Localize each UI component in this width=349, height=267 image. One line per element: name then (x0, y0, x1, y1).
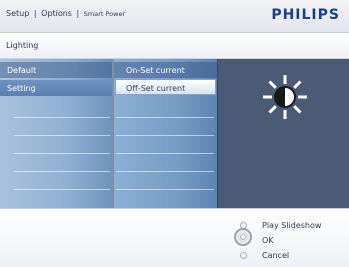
divider (116, 153, 214, 154)
section-header: Lighting (0, 33, 349, 59)
divider (14, 189, 110, 190)
radio-icon (240, 252, 247, 259)
breadcrumb-current: Smart Power (83, 10, 126, 18)
page-title: Lighting (6, 41, 39, 50)
menu-level2: On-Set current Off-Set current (112, 59, 218, 208)
breadcrumb-setup[interactable]: Setup (6, 9, 29, 18)
menu-level1: Default Setting (0, 59, 112, 208)
divider (116, 189, 214, 190)
cancel-label: Cancel (262, 251, 290, 260)
divider (14, 135, 110, 136)
header-bar: Setup | Options | Smart Power PHILIPS (0, 0, 349, 33)
menu-item-off-set-current[interactable]: Off-Set current (115, 79, 216, 95)
menu-item-setting[interactable]: Setting (0, 80, 112, 96)
action-bar (0, 208, 349, 267)
brand-logo: PHILIPS (271, 7, 340, 23)
divider (14, 117, 110, 118)
breadcrumb-options[interactable]: Options (41, 9, 72, 18)
brightness-icon (263, 75, 307, 119)
divider (116, 135, 214, 136)
radio-icon (240, 234, 246, 240)
menu-item-default[interactable]: Default (0, 62, 112, 78)
column-divider (112, 59, 114, 208)
menu-item-on-set-current[interactable]: On-Set current (112, 62, 218, 78)
play-slideshow-label: Play Slideshow (262, 221, 322, 230)
breadcrumb-separator: | (33, 9, 37, 18)
divider (116, 117, 214, 118)
preview-panel (218, 59, 349, 208)
ok-label: OK (262, 236, 274, 245)
breadcrumb: Setup | Options | Smart Power (6, 9, 125, 18)
divider (116, 171, 214, 172)
divider (14, 153, 110, 154)
breadcrumb-separator: | (76, 9, 80, 18)
divider (14, 171, 110, 172)
